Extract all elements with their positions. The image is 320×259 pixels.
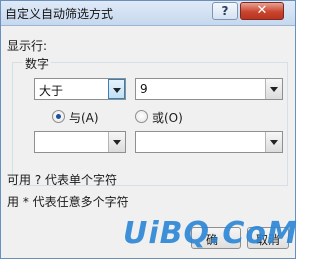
operator1-dropdown-button[interactable] <box>108 79 125 99</box>
help-icon: ? <box>221 4 229 18</box>
operator2-dropdown-button[interactable] <box>108 132 125 152</box>
value2-select[interactable] <box>135 131 283 153</box>
close-button[interactable]: ✕ <box>240 2 284 20</box>
chevron-down-icon <box>113 88 121 93</box>
chevron-down-icon <box>113 140 121 145</box>
field-name-label: 数字 <box>23 55 52 72</box>
custom-autofilter-dialog: 自定义自动筛选方式 ? ✕ 显示行: 数字 大于 9 与(A) 或(O) 可用 … <box>0 0 298 259</box>
title-bar[interactable]: 自定义自动筛选方式 ? ✕ <box>1 1 295 26</box>
operator1-select[interactable]: 大于 <box>34 78 126 100</box>
hint-single-char: 可用 ? 代表单个字符 <box>7 173 117 187</box>
chevron-down-icon <box>270 87 278 92</box>
value1-select[interactable]: 9 <box>135 78 283 100</box>
chevron-down-icon <box>270 140 278 145</box>
operator1-value: 大于 <box>39 84 64 98</box>
and-radio[interactable] <box>52 110 65 123</box>
radio-selected-dot <box>56 114 61 119</box>
close-icon: ✕ <box>256 3 268 18</box>
help-button[interactable]: ? <box>212 2 238 20</box>
operator2-select[interactable] <box>34 131 126 153</box>
or-radio-label[interactable]: 或(O) <box>152 109 183 126</box>
value2-dropdown-button[interactable] <box>265 132 282 152</box>
dialog-title: 自定义自动筛选方式 <box>5 7 114 21</box>
or-radio[interactable] <box>135 110 148 123</box>
hint-multi-char: 用 * 代表任意多个字符 <box>7 195 129 209</box>
value1-dropdown-button[interactable] <box>265 79 282 99</box>
and-radio-label[interactable]: 与(A) <box>69 109 99 126</box>
site-watermark: UiBQ.CoM <box>123 216 298 251</box>
show-rows-label: 显示行: <box>7 39 48 53</box>
value1-value: 9 <box>140 82 148 96</box>
